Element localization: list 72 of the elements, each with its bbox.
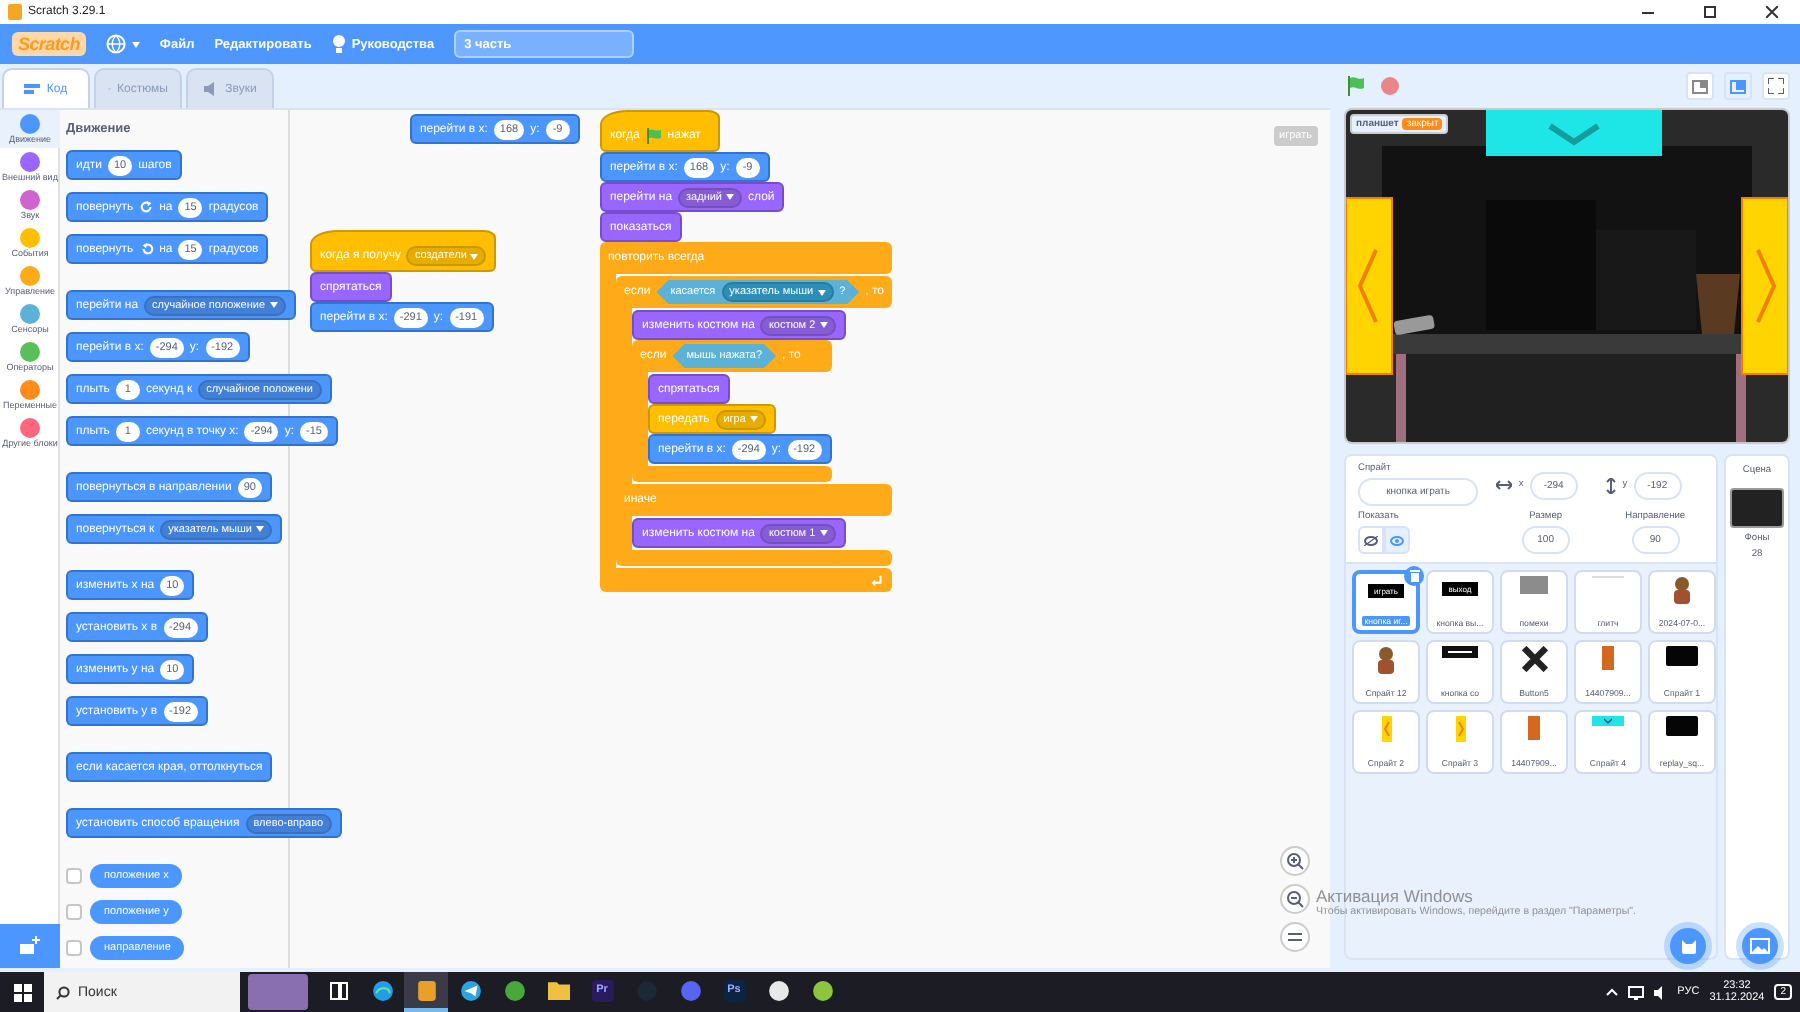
minimize-icon — [1642, 11, 1654, 13]
eye-icon — [1390, 535, 1404, 545]
screen-thumbnail — [1666, 646, 1698, 666]
button-thumbnail — [1442, 646, 1478, 658]
caret-icon — [256, 526, 264, 532]
trash-icon — [1409, 570, 1419, 582]
arrow-thumbnail — [1455, 716, 1465, 742]
globe-icon — [105, 34, 126, 54]
speaker-icon — [1653, 985, 1668, 999]
language-button[interactable] — [105, 34, 140, 54]
screen-thumbnail — [1666, 716, 1698, 736]
door-thumbnail — [1528, 716, 1540, 740]
bear-thumbnail — [1374, 646, 1398, 674]
caret-icon — [131, 41, 140, 47]
caret-icon — [819, 322, 828, 328]
fullscreen-button[interactable] — [1762, 72, 1790, 100]
delete-button[interactable] — [1404, 566, 1424, 586]
cat-face-icon — [1679, 937, 1697, 955]
noise-thumbnail — [1520, 576, 1548, 594]
hide-sprite-button[interactable] — [1358, 526, 1384, 554]
flag-icon — [645, 128, 662, 144]
zoom-reset-button[interactable] — [1280, 922, 1310, 952]
horizontal-arrows-icon — [1496, 480, 1513, 490]
checkbox[interactable] — [66, 904, 82, 920]
zoom-in-icon — [1286, 852, 1304, 870]
stop-icon — [1380, 76, 1400, 96]
small-stage-button[interactable] — [1686, 72, 1714, 100]
task-view-icon — [329, 981, 347, 999]
extension-icon — [18, 936, 42, 956]
vertical-arrows-icon — [1606, 477, 1617, 493]
caret-icon — [470, 253, 479, 259]
small-stage-icon — [1692, 79, 1708, 93]
show-sprite-button[interactable] — [1384, 526, 1410, 554]
network-icon — [1627, 985, 1644, 999]
caret-icon — [817, 289, 826, 295]
zoom-out-icon — [1286, 890, 1304, 908]
backdrop-thumbnail[interactable] — [1730, 488, 1784, 528]
flag-icon — [1346, 76, 1366, 96]
eye-closed-icon — [1364, 535, 1378, 545]
chevron-bar-thumbnail — [1592, 716, 1624, 726]
checkbox[interactable] — [66, 868, 82, 884]
arrow-thumbnail — [1381, 716, 1391, 742]
rotate-counterclockwise-icon — [139, 242, 154, 256]
equals-icon — [1288, 932, 1302, 942]
caret-icon — [269, 302, 278, 308]
app-icon — [8, 4, 22, 20]
close-icon — [1766, 6, 1778, 18]
start-flag-button[interactable] — [1344, 74, 1368, 98]
zoom-in-button[interactable] — [1280, 846, 1310, 876]
bear-thumbnail — [1670, 576, 1694, 604]
watermark-title: Активация Windows — [1316, 886, 1473, 906]
windows-icon — [13, 983, 31, 1001]
line-thumbnail — [1592, 576, 1624, 580]
code-icon — [24, 83, 41, 95]
caret-icon — [726, 194, 735, 200]
rotate-clockwise-icon — [139, 200, 154, 214]
chevron-up-icon — [1605, 988, 1618, 996]
normal-stage-button[interactable] — [1724, 72, 1752, 100]
loop-arrow-icon — [869, 573, 884, 587]
search-icon — [56, 985, 70, 999]
maximize-icon — [1704, 6, 1716, 18]
caret-icon — [819, 530, 828, 536]
picture-icon — [1750, 938, 1770, 954]
cross-thumbnail — [1521, 646, 1547, 672]
door-thumbnail — [1602, 646, 1614, 670]
zoom-out-button[interactable] — [1280, 884, 1310, 914]
caret-icon — [749, 416, 758, 422]
fullscreen-icon — [1768, 78, 1784, 94]
checkbox[interactable] — [66, 940, 82, 956]
lightbulb-icon — [331, 34, 346, 54]
speaker-icon — [203, 82, 220, 96]
normal-stage-icon — [1730, 79, 1746, 93]
